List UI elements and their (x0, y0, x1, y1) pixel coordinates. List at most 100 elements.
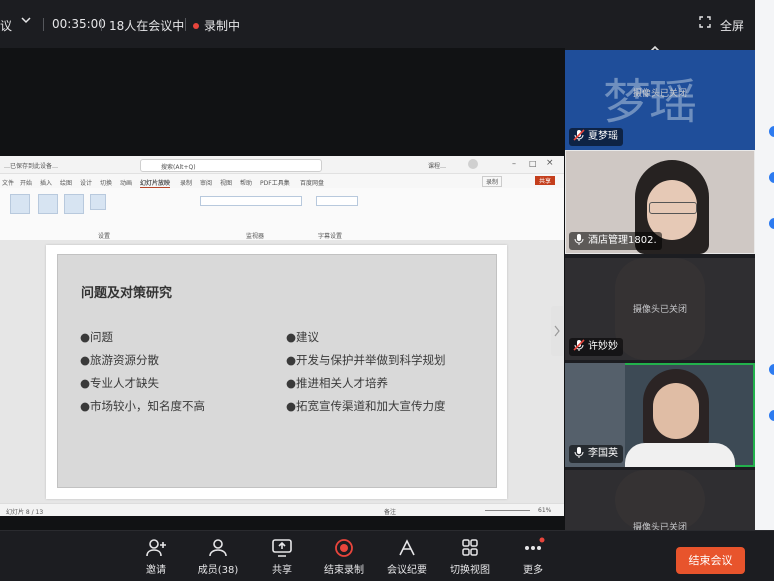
fullscreen-icon[interactable] (699, 16, 711, 31)
share-screen-button[interactable]: 共享 (252, 537, 312, 576)
menu-insert[interactable]: 插入 (40, 178, 52, 187)
left-bullet-3: ●专业人才缺失 (80, 376, 160, 390)
participant-name: 夏梦瑶 (588, 131, 618, 142)
notes-button[interactable]: 备注 (384, 507, 396, 516)
meeting-title[interactable]: 议 (0, 17, 12, 34)
menu-slideshow[interactable]: 幻灯片放映 (140, 178, 171, 188)
mic-icon (574, 447, 584, 458)
ppt-record-button[interactable]: 录制 (482, 176, 503, 187)
slide-editing-canvas: 问题及对策研究 ●问题 ●旅游资源分散 ●专业人才缺失 ●市场较小，知名度不高 … (0, 240, 564, 503)
more-label: 更多 (523, 565, 543, 576)
shared-powerpoint-window: …已保存到此设备… 搜索(Alt+Q) 课程… – □ × 文件 开始 插入 绘… (0, 156, 564, 516)
menu-file[interactable]: 文件 (2, 178, 14, 187)
status-dot (769, 364, 774, 375)
menu-record[interactable]: 录制 (180, 178, 192, 187)
menu-draw[interactable]: 绘图 (60, 178, 72, 187)
ppt-search-box[interactable]: 搜索(Alt+Q) (140, 159, 322, 172)
ppt-title-bar: …已保存到此设备… 搜索(Alt+Q) 课程… – □ × (0, 156, 564, 174)
participant-name-tag: 夏梦瑶 (569, 128, 623, 146)
record-icon[interactable] (90, 194, 106, 210)
participant-tile[interactable]: 梦瑶 摄像头已关闭 夏梦瑶 (565, 50, 755, 150)
invite-label: 邀请 (146, 565, 166, 576)
hide-slide-icon[interactable] (38, 194, 58, 214)
meeting-toolbar: 邀请 成员(38) 共享 结束录制 会议纪要 切换视图 更多 结束会议 (0, 530, 774, 581)
participant-tile[interactable]: 摄像头已关闭 (565, 470, 755, 530)
status-dot (769, 172, 774, 183)
menu-animations[interactable]: 动画 (120, 178, 132, 187)
participant-count[interactable]: 18人在会议中 (109, 17, 184, 34)
participant-name-tag: 李国英 (569, 445, 623, 463)
slide[interactable]: 问题及对策研究 ●问题 ●旅游资源分散 ●专业人才缺失 ●市场较小，知名度不高 … (46, 245, 507, 499)
record-dot-icon (193, 23, 199, 29)
ribbon-group-captions: 字幕设置 (318, 233, 343, 240)
participant-name: 许妙妙 (588, 341, 618, 352)
ribbon-group-setup: 设置 (98, 233, 111, 240)
add-user-icon (146, 539, 166, 557)
invite-button[interactable]: 邀请 (126, 537, 186, 576)
right-bullet-3: ●推进相关人才培养 (286, 376, 389, 390)
zoom-slider[interactable] (485, 510, 530, 511)
menu-help[interactable]: 帮助 (240, 178, 252, 187)
left-bullet-4: ●市场较小，知名度不高 (80, 399, 206, 413)
menu-pdf-tools[interactable]: PDF工具集 (260, 178, 290, 187)
ppt-menu-bar: 文件 开始 插入 绘图 设计 切换 动画 幻灯片放映 录制 审阅 视图 帮助 P… (0, 174, 564, 188)
recording-status[interactable]: 录制中 (193, 17, 240, 34)
participant-video-shirt (625, 443, 735, 467)
slide-title: 问题及对策研究 (81, 286, 173, 301)
zoom-level[interactable]: 61% (538, 507, 551, 514)
monitor-select[interactable] (200, 196, 302, 206)
subtitle-settings[interactable] (316, 196, 358, 206)
share-screen-icon (272, 539, 292, 557)
rehearse-timings-icon[interactable] (64, 194, 84, 214)
end-recording-button[interactable]: 结束录制 (314, 537, 374, 576)
glasses (649, 202, 697, 214)
menu-design[interactable]: 设计 (80, 178, 92, 187)
menu-home[interactable]: 开始 (20, 178, 32, 187)
status-dot (769, 218, 774, 229)
meeting-duration: 00:35:00 (52, 17, 106, 31)
more-button[interactable]: 更多 (503, 537, 563, 576)
menu-review[interactable]: 审阅 (200, 178, 212, 187)
ppt-window-title: …已保存到此设备… (4, 163, 59, 170)
grid-view-icon (462, 539, 478, 556)
share-label: 共享 (272, 565, 292, 576)
end-recording-label: 结束录制 (324, 565, 364, 576)
participant-video-panel: 梦瑶 摄像头已关闭 夏梦瑶 酒店管理1802. 摄像头已关闭 许妙妙 李国英 摄… (565, 38, 755, 530)
participant-name: 李国英 (588, 448, 618, 459)
camera-off-label: 摄像头已关闭 (632, 523, 687, 530)
menu-transitions[interactable]: 切换 (100, 178, 112, 187)
minutes-label: 会议纪要 (387, 565, 427, 576)
participant-name-tag: 酒店管理1802. (569, 232, 662, 250)
members-button[interactable]: 成员(38) (188, 537, 248, 576)
ppt-status-bar: 幻灯片 8 / 13 备注 61% (0, 503, 564, 516)
members-label: 成员(38) (197, 565, 239, 576)
participant-name-tag: 许妙妙 (569, 338, 623, 356)
chevron-down-icon[interactable] (20, 14, 32, 29)
menu-baidu-pan[interactable]: 百度网盘 (300, 178, 324, 187)
participant-tile[interactable]: 摄像头已关闭 许妙妙 (565, 258, 755, 360)
switch-view-button[interactable]: 切换视图 (440, 537, 500, 576)
avatar[interactable] (468, 159, 478, 169)
fullscreen-button[interactable]: 全屏 (720, 17, 744, 34)
shared-screen-stage: …已保存到此设备… 搜索(Alt+Q) 课程… – □ × 文件 开始 插入 绘… (0, 48, 565, 576)
setup-slideshow-icon[interactable] (10, 194, 30, 214)
participant-tile-active-speaker[interactable]: 李国英 (565, 363, 755, 467)
slide-content-frame: 问题及对策研究 ●问题 ●旅游资源分散 ●专业人才缺失 ●市场较小，知名度不高 … (57, 254, 497, 488)
slide-counter: 幻灯片 8 / 13 (6, 509, 44, 516)
camera-off-label: 摄像头已关闭 (632, 305, 687, 315)
minimize-icon[interactable]: – (512, 159, 516, 168)
close-icon[interactable]: × (546, 158, 554, 168)
participant-tile[interactable]: 酒店管理1802. (565, 150, 755, 254)
end-meeting-button[interactable]: 结束会议 (676, 547, 745, 574)
camera-off-label: 摄像头已关闭 (632, 89, 687, 99)
more-dots-icon (525, 537, 545, 550)
maximize-icon[interactable]: □ (529, 159, 537, 168)
panel-collapse-handle[interactable] (551, 306, 563, 356)
ppt-user-name: 课程… (428, 163, 447, 170)
ai-minutes-icon (399, 539, 415, 556)
meeting-minutes-button[interactable]: 会议纪要 (377, 537, 437, 576)
ppt-search-placeholder: 搜索(Alt+Q) (161, 164, 196, 171)
menu-view[interactable]: 视图 (220, 178, 232, 187)
right-bullet-2: ●开发与保护并举做到科学规划 (286, 353, 446, 367)
ppt-share-button[interactable]: 共享 (535, 176, 556, 185)
